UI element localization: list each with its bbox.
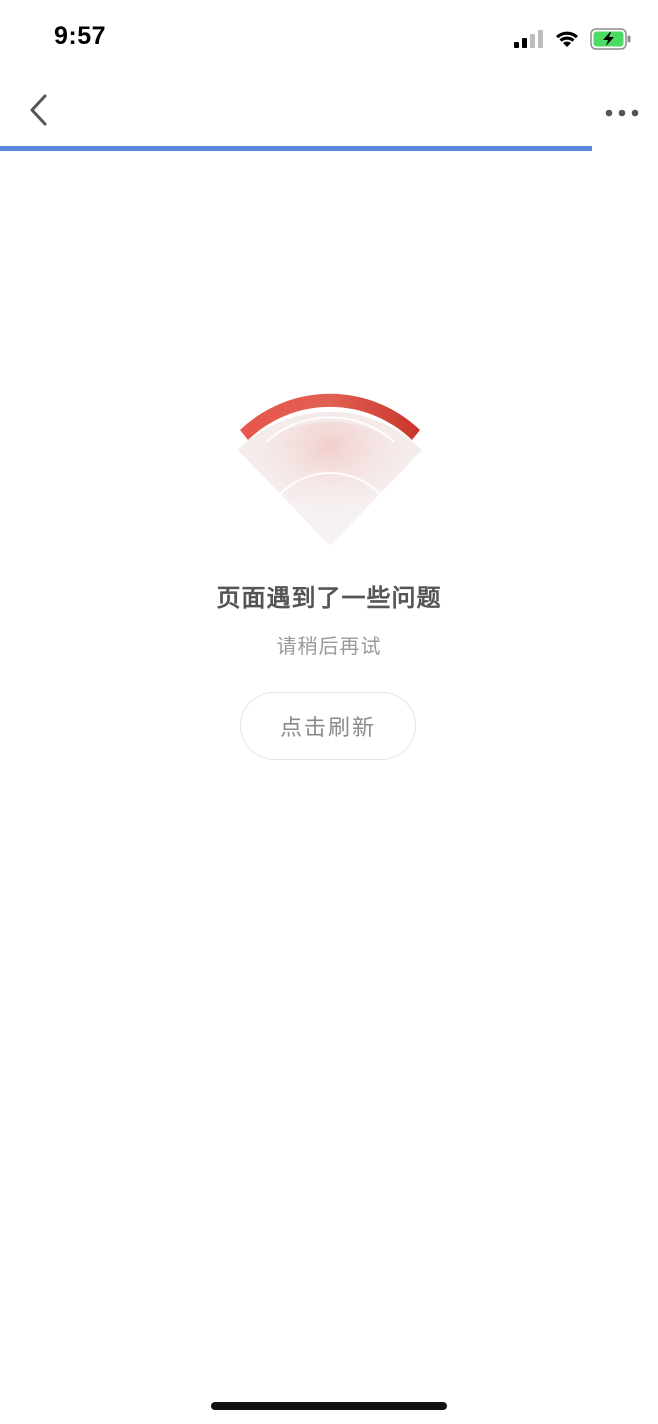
error-subtitle: 请稍后再试 — [276, 634, 382, 658]
status-time: 9:57 — [54, 22, 107, 50]
no-signal-wifi-icon — [236, 390, 424, 550]
refresh-button[interactable]: 点击刷新 — [240, 692, 416, 760]
error-title: 页面遇到了一些问题 — [216, 584, 442, 612]
home-indicator[interactable] — [211, 1402, 447, 1410]
chevron-left-icon — [27, 93, 49, 131]
cellular-signal-icon — [514, 29, 544, 53]
status-bar: 9:57 — [0, 0, 658, 80]
page-load-progress — [0, 146, 658, 151]
wifi-icon — [554, 29, 580, 53]
more-button[interactable] — [600, 94, 644, 130]
page-load-progress-fill — [0, 146, 593, 151]
nav-bar — [0, 80, 658, 146]
status-icons — [514, 28, 632, 54]
more-horizontal-icon — [604, 103, 640, 122]
back-button[interactable] — [18, 92, 58, 132]
battery-charging-icon — [590, 28, 632, 54]
